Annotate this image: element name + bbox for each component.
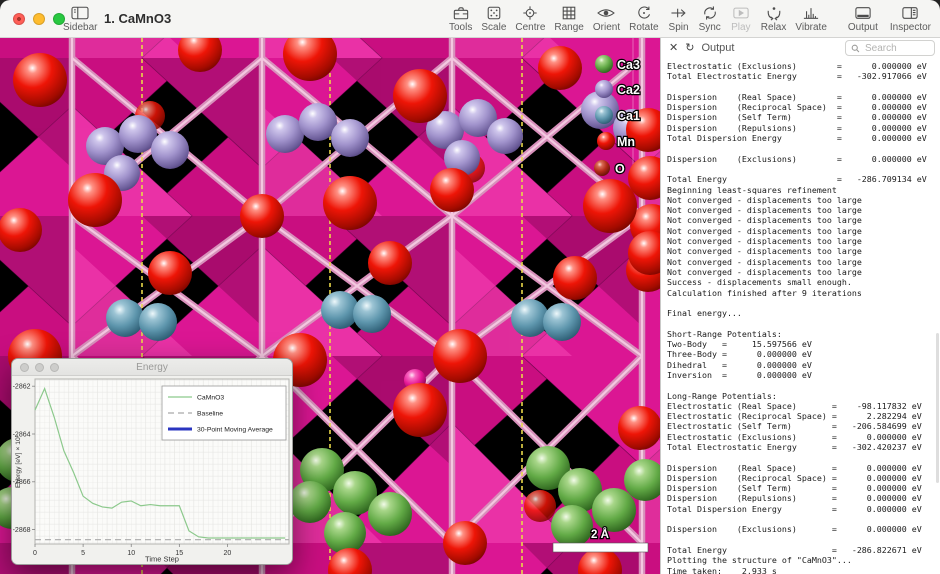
svg-text:0: 0 bbox=[33, 550, 37, 557]
svg-text:CaMnO3: CaMnO3 bbox=[197, 395, 224, 402]
play-icon bbox=[730, 5, 752, 21]
svg-text:Time Step: Time Step bbox=[145, 555, 179, 564]
search-input[interactable] bbox=[863, 42, 927, 55]
svg-text:30-Point Moving Average: 30-Point Moving Average bbox=[197, 427, 273, 434]
search-icon bbox=[851, 44, 860, 53]
relax-icon bbox=[763, 5, 785, 21]
legend-label-o: O bbox=[615, 162, 625, 176]
document-title: 1. CaMnO3 bbox=[104, 11, 171, 26]
legend-label-ca1: Ca1 bbox=[617, 109, 640, 123]
minimize-window-button[interactable] bbox=[33, 13, 45, 25]
legend-ball-ca2 bbox=[595, 80, 613, 98]
app-window: Sidebar 1. CaMnO3 Tools Scale bbox=[0, 0, 940, 574]
output-scrollbar[interactable] bbox=[936, 333, 939, 483]
toolbar-button-rotate[interactable]: Rotate bbox=[626, 2, 661, 35]
svg-text:-2862: -2862 bbox=[13, 384, 31, 391]
legend-label-mn: Mn bbox=[617, 135, 635, 149]
legend-label-ca2: Ca2 bbox=[617, 83, 640, 97]
svg-text:5: 5 bbox=[81, 550, 85, 557]
energy-window[interactable]: Energy -2862-2864-2866-286805101520Time … bbox=[11, 358, 293, 565]
inspector-icon bbox=[899, 5, 921, 21]
tools-icon bbox=[450, 5, 472, 21]
sidebar-toggle-button[interactable]: Sidebar bbox=[60, 2, 100, 35]
toolbar-button-sync[interactable]: Sync bbox=[696, 2, 724, 35]
vibrate-icon bbox=[800, 5, 822, 21]
svg-text:10: 10 bbox=[127, 550, 135, 557]
toolbar-button-orient[interactable]: Orient bbox=[590, 2, 623, 35]
toolbar-button-inspector[interactable]: Inspector bbox=[887, 2, 934, 35]
energy-chart[interactable]: -2862-2864-2866-286805101520Time StepEne… bbox=[12, 376, 293, 565]
legend-ball-ca3 bbox=[595, 55, 613, 73]
toolbar: Tools Scale Centre bbox=[446, 2, 830, 35]
legend-label-ca3: Ca3 bbox=[617, 58, 640, 72]
svg-text:20: 20 bbox=[224, 550, 232, 557]
svg-text:Baseline: Baseline bbox=[197, 411, 223, 418]
window-controls bbox=[13, 13, 65, 25]
legend-ball-o bbox=[594, 160, 610, 176]
output-panel: ✕ ↻ Output Electrostatic (Exclusions) = … bbox=[660, 38, 940, 574]
reload-output-icon[interactable]: ↻ bbox=[685, 43, 694, 54]
toolbar-button-relax[interactable]: Relax bbox=[758, 2, 790, 35]
scale-bar-label: 2 Å bbox=[591, 528, 609, 541]
toolbar-button-scale[interactable]: Scale bbox=[478, 2, 509, 35]
energy-window-title: Energy bbox=[136, 362, 168, 373]
range-icon bbox=[558, 5, 580, 21]
sidebar-icon bbox=[69, 5, 91, 21]
titlebar: Sidebar 1. CaMnO3 Tools Scale bbox=[0, 0, 940, 38]
sidebar-toggle-label: Sidebar bbox=[63, 22, 97, 33]
rotate-icon bbox=[633, 5, 655, 21]
energy-minimize-button[interactable] bbox=[35, 363, 44, 372]
toolbar-button-centre[interactable]: Centre bbox=[512, 2, 548, 35]
svg-text:-2868: -2868 bbox=[13, 527, 31, 534]
close-window-button[interactable] bbox=[13, 13, 25, 25]
scale-icon bbox=[483, 5, 505, 21]
svg-text:Energy [eV] × 10¹: Energy [eV] × 10¹ bbox=[15, 434, 22, 488]
energy-window-controls bbox=[20, 363, 59, 372]
toolbar-button-output[interactable]: Output bbox=[845, 2, 881, 35]
toolbar-button-range[interactable]: Range bbox=[551, 2, 586, 35]
orient-icon bbox=[595, 5, 617, 21]
sync-icon bbox=[699, 5, 721, 21]
output-panel-header: ✕ ↻ Output bbox=[661, 38, 940, 58]
energy-close-button[interactable] bbox=[20, 363, 29, 372]
energy-window-titlebar[interactable]: Energy bbox=[12, 359, 292, 376]
legend-ball-mn bbox=[597, 132, 615, 150]
toolbar-right: Output Inspector bbox=[845, 2, 934, 35]
energy-zoom-button[interactable] bbox=[50, 363, 59, 372]
search-field[interactable] bbox=[845, 40, 935, 56]
legend-ball-ca1 bbox=[595, 106, 613, 124]
output-log[interactable]: Electrostatic (Exclusions) = 0.000000 eV… bbox=[661, 58, 940, 574]
output-panel-title: Output bbox=[701, 42, 734, 54]
toolbar-button-play[interactable]: Play bbox=[727, 2, 755, 35]
spin-icon bbox=[668, 5, 690, 21]
toolbar-button-tools[interactable]: Tools bbox=[446, 2, 475, 35]
toolbar-button-vibrate[interactable]: Vibrate bbox=[792, 2, 830, 35]
toolbar-button-spin[interactable]: Spin bbox=[665, 2, 693, 35]
close-output-icon[interactable]: ✕ bbox=[669, 43, 678, 54]
output-icon bbox=[852, 5, 874, 21]
centre-icon bbox=[519, 5, 541, 21]
